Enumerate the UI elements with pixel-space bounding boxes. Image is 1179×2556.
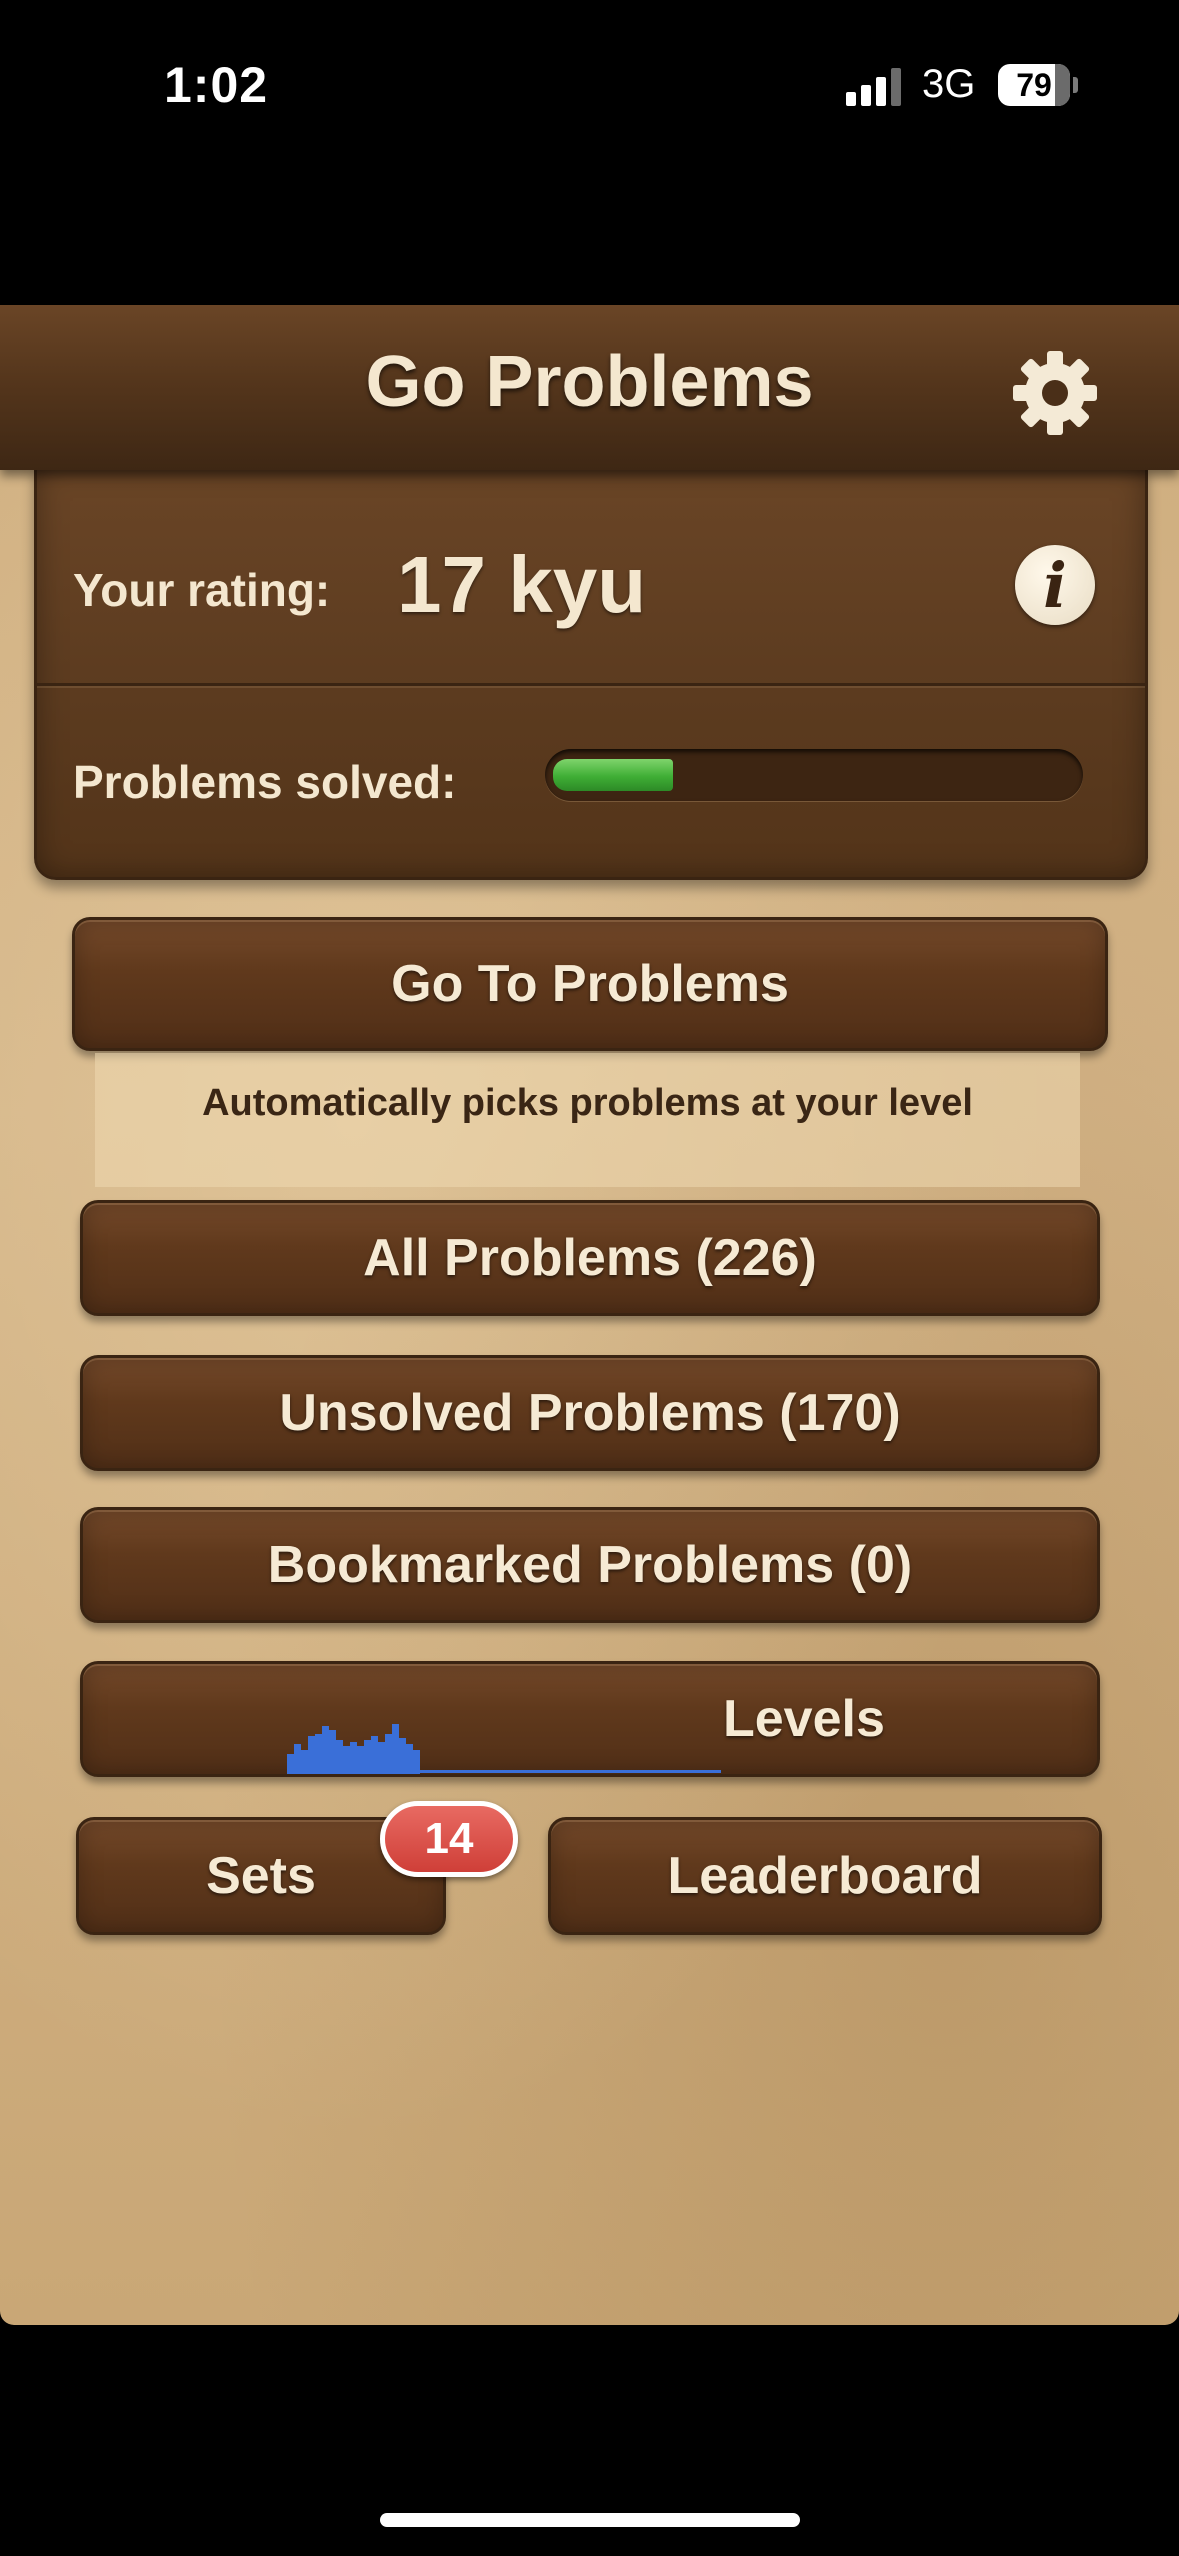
- panel-divider: [37, 683, 1145, 686]
- unsolved-problems-label: Unsolved Problems (170): [279, 1384, 901, 1442]
- go-to-problems-label: Go To Problems: [391, 955, 789, 1013]
- go-to-problems-button[interactable]: Go To Problems: [72, 917, 1108, 1051]
- unsolved-problems-button[interactable]: Unsolved Problems (170): [80, 1355, 1100, 1471]
- sets-count-badge: 14: [380, 1801, 518, 1877]
- phone-screen: 1:02 3G 79 Go Problems Your rating: 17 k…: [0, 0, 1179, 2556]
- leaderboard-label: Leaderboard: [667, 1847, 983, 1905]
- auto-pick-note: Automatically picks problems at your lev…: [95, 1053, 1080, 1187]
- problems-solved-label: Problems solved:: [73, 756, 457, 808]
- leaderboard-button[interactable]: Leaderboard: [548, 1817, 1102, 1935]
- rating-panel: Your rating: 17 kyu i Problems solved:: [34, 465, 1148, 880]
- info-button[interactable]: i: [1015, 545, 1095, 625]
- rating-label: Your rating:: [73, 564, 331, 616]
- settings-button[interactable]: [1005, 343, 1105, 443]
- status-bar: 1:02 3G 79: [0, 0, 1179, 170]
- page-title: Go Problems: [365, 342, 814, 422]
- progress-fill: [553, 759, 673, 791]
- header-bar: Go Problems: [0, 305, 1179, 470]
- battery-icon: 79: [998, 64, 1078, 106]
- bookmarked-problems-button[interactable]: Bookmarked Problems (0): [80, 1507, 1100, 1623]
- app-container: Go Problems Your rating: 17 kyu i Proble…: [0, 305, 1179, 2325]
- levels-histogram-icon: [287, 1724, 721, 1774]
- status-time: 1:02: [164, 57, 269, 113]
- gear-icon: [1013, 351, 1097, 435]
- bookmarked-problems-label: Bookmarked Problems (0): [267, 1536, 913, 1594]
- home-indicator[interactable]: [380, 2513, 800, 2527]
- levels-button[interactable]: Levels: [80, 1661, 1100, 1777]
- info-icon: i: [1043, 549, 1067, 622]
- problems-solved-progress-bar: [545, 749, 1083, 801]
- levels-label: Levels: [723, 1690, 885, 1748]
- all-problems-button[interactable]: All Problems (226): [80, 1200, 1100, 1316]
- battery-percent: 79: [1016, 67, 1052, 103]
- all-problems-label: All Problems (226): [363, 1229, 817, 1287]
- network-type: 3G: [922, 62, 976, 106]
- rating-value: 17 kyu: [397, 540, 647, 629]
- cellular-signal-icon: [846, 68, 904, 106]
